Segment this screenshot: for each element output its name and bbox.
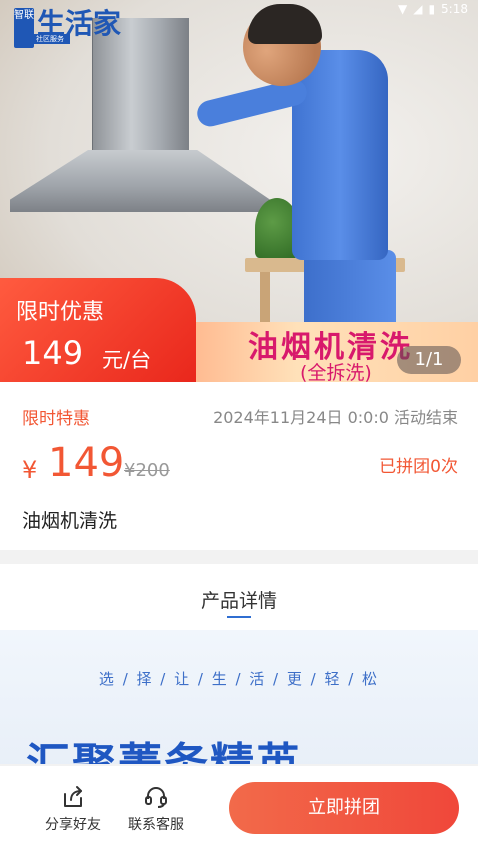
logo-subtitle: 社区服务 [30,34,70,44]
share-button[interactable]: 分享好友 [28,784,118,834]
promo-unit: 元/台 [102,348,152,372]
detail-slogan: 选 / 择 / 让 / 生 / 活 / 更 / 轻 / 松 [98,670,380,688]
activity-end-time: 2024年11月24日 0:0:0 活动结束 [213,408,458,427]
service-label: 联系客服 [128,817,184,833]
promo-badge: 限时优惠 149 元/台 [0,278,196,382]
product-name: 油烟机清洗 [22,510,118,532]
share-icon [64,786,82,807]
promo-tag: 限时特惠 [22,409,90,429]
customer-service-button[interactable]: 联系客服 [111,784,201,834]
status-bar: ▼ ◢ ▮ 5:18 [398,2,468,16]
detail-tab-title[interactable]: 产品详情 [0,586,478,613]
headset-icon [145,787,167,808]
promo-label: 限时优惠 [16,300,105,325]
product-detail-section: 产品详情 选 / 择 / 让 / 生 / 活 / 更 / 轻 / 松 汇聚菁务精… [0,564,478,764]
share-label: 分享好友 [45,817,101,833]
group-buy-count: 已拼团0次 [379,457,458,477]
battery-icon: ▮ [428,2,436,16]
promo-price: 149 [22,334,84,372]
join-group-buy-button[interactable]: 立即拼团 [229,782,459,834]
wifi-icon: ▼ [397,2,408,16]
image-page-indicator: 1/1 [397,346,461,374]
worker-torso [292,50,388,260]
status-time: 5:18 [441,2,468,16]
detail-tab-underline [227,616,251,618]
banner-subtitle: (全拆洗) [300,362,372,382]
product-image-carousel[interactable]: 智联 生活家 社区服务 ▼ ◢ ▮ 5:18 油烟机清洗 (全拆洗) 限时优惠 … [0,0,478,382]
signal-icon: ◢ [413,2,423,16]
current-price: 149 [48,440,125,486]
original-price: ¥200 [124,460,170,481]
bottom-action-bar: 分享好友 联系客服 立即拼团 [0,766,478,850]
currency-symbol: ¥ [22,456,38,484]
detail-heading: 汇聚菁务精英 [26,728,302,764]
product-info-card: 限时特惠 2024年11月24日 0:0:0 活动结束 ¥ 149 ¥200 已… [0,382,478,550]
